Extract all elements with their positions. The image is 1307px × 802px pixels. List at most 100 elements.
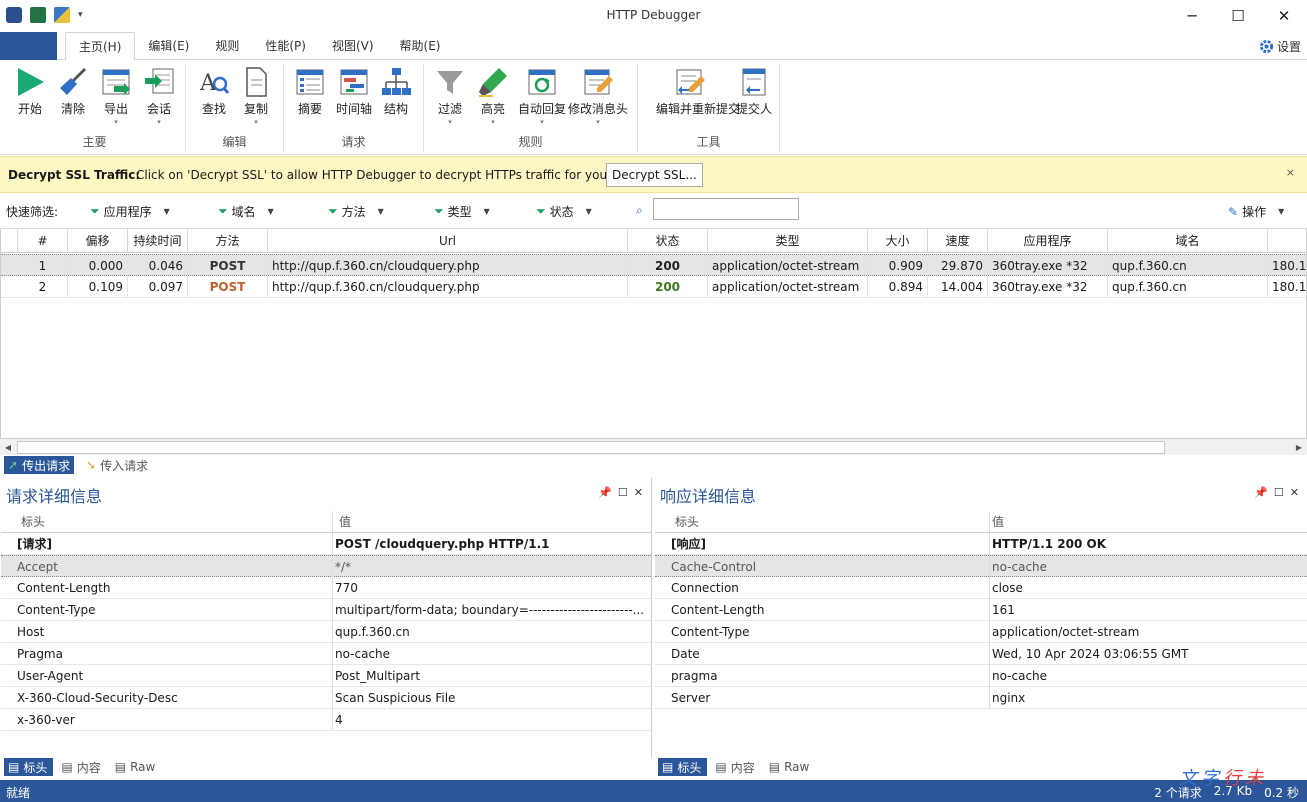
tab-raw[interactable]: ▤ Raw <box>111 758 162 776</box>
col-duration[interactable]: 持续时间 <box>128 229 188 253</box>
modify-header-icon <box>584 69 613 95</box>
ribbon-tab-row: 主页(H) 编辑(E) 规则 性能(P) 视图(V) 帮助(E) 设置 <box>0 32 1307 61</box>
group-tools-label: 工具 <box>696 135 721 149</box>
session-button[interactable]: 会话 ▾ <box>135 66 183 127</box>
filter-domain-dropdown[interactable]: ⏷ 域名 ▼ <box>218 203 274 220</box>
grid-header: # 偏移 持续时间 方法 Url 状态 类型 大小 速度 应用程序 域名 <box>1 229 1306 253</box>
response-details-panel: 响应详细信息 📌 ☐ ✕ 标头 值 [响应] HTTP/1.1 200 OK Cac… <box>654 478 1307 776</box>
filter-button[interactable]: 过滤 ▾ <box>426 66 474 127</box>
table-row[interactable]: 1 0.000 0.046 POST http://qup.f.360.cn/c… <box>1 254 1306 277</box>
pin-icon[interactable]: 📌 <box>598 486 612 499</box>
status-cell: 200 <box>628 255 708 277</box>
minimize-button[interactable]: ─ <box>1169 0 1215 32</box>
structure-button[interactable]: 结构 <box>372 66 420 117</box>
filter-app-dropdown[interactable]: ⏷ 应用程序 ▼ <box>90 203 170 220</box>
panel-close-icon[interactable]: ✕ <box>1290 486 1299 499</box>
table-row[interactable]: pragma no-cache <box>655 665 1307 687</box>
scroll-right-icon[interactable]: ▶ <box>1291 440 1307 455</box>
tab-home[interactable]: 主页(H) <box>65 32 136 61</box>
col-speed[interactable]: 速度 <box>928 229 988 253</box>
filter-method-dropdown[interactable]: ⏷ 方法 ▼ <box>328 203 384 220</box>
operations-button[interactable]: ✎ 操作 ▼ <box>1228 203 1284 220</box>
export-button[interactable]: 导出 ▾ <box>92 66 140 127</box>
col-indicator <box>1 229 18 253</box>
grid-icon: ▤ <box>61 760 73 774</box>
table-row[interactable]: Host qup.f.360.cn <box>1 621 651 643</box>
table-row[interactable]: x-360-ver 4 <box>1 709 651 731</box>
edit-resubmit-button[interactable]: 编辑并重新提交 <box>656 66 740 117</box>
table-row[interactable]: Pragma no-cache <box>1 643 651 665</box>
incoming-arrow-icon: ➘ <box>86 458 97 472</box>
col-size[interactable]: 大小 <box>868 229 928 253</box>
window-title: HTTP Debugger <box>606 8 701 22</box>
scroll-left-icon[interactable]: ◀ <box>0 440 16 455</box>
col-application[interactable]: 应用程序 <box>988 229 1108 253</box>
copy-icon <box>246 67 267 97</box>
highlight-icon <box>479 68 507 97</box>
grid-horizontal-scrollbar[interactable]: ◀ ▶ <box>0 438 1307 455</box>
col-url[interactable]: Url <box>268 229 628 253</box>
float-icon[interactable]: ☐ <box>618 486 628 499</box>
copy-button[interactable]: 复制 ▾ <box>232 66 280 127</box>
pin-icon[interactable]: 📌 <box>1254 486 1268 499</box>
tab-incoming-requests[interactable]: ➘ 传入请求 <box>82 456 152 474</box>
float-icon[interactable]: ☐ <box>1274 486 1284 499</box>
table-row[interactable]: 2 0.109 0.097 POST http://qup.f.360.cn/c… <box>1 276 1306 298</box>
table-row[interactable]: Date Wed, 10 Apr 2024 03:06:55 GMT <box>655 643 1307 665</box>
submitter-button[interactable]: 提交人 <box>730 66 778 117</box>
highlight-button[interactable]: 高亮 ▾ <box>469 66 517 127</box>
tab-performance[interactable]: 性能(P) <box>252 32 319 60</box>
tab-headers[interactable]: ▤ 标头 <box>4 758 54 776</box>
tab-edit[interactable]: 编辑(E) <box>135 32 202 60</box>
tab-outgoing-requests[interactable]: ➚ 传出请求 <box>4 456 75 474</box>
table-row[interactable]: [请求] POST /cloudquery.php HTTP/1.1 <box>1 533 651 555</box>
table-row[interactable]: Connection close <box>655 577 1307 599</box>
col-ip[interactable] <box>1268 229 1306 253</box>
tab-raw[interactable]: ▤ Raw <box>765 758 816 776</box>
infobar-close-icon[interactable]: × <box>1286 166 1295 179</box>
table-header-row: 标头 值 <box>655 511 1307 533</box>
panel-close-icon[interactable]: ✕ <box>634 486 643 499</box>
col-status[interactable]: 状态 <box>628 229 708 253</box>
settings-button[interactable]: 设置 <box>1259 38 1301 55</box>
table-row[interactable]: User-Agent Post_Multipart <box>1 665 651 687</box>
table-row[interactable]: Server nginx <box>655 687 1307 709</box>
tab-view[interactable]: 视图(V) <box>319 32 387 60</box>
quick-filter-search-input[interactable] <box>653 198 799 220</box>
file-menu-button[interactable] <box>0 32 57 60</box>
filter-type-dropdown[interactable]: ⏷ 类型 ▼ <box>434 203 490 220</box>
tab-help[interactable]: 帮助(E) <box>387 32 454 60</box>
filter-icon <box>437 71 463 94</box>
decrypt-ssl-button[interactable]: Decrypt SSL... <box>606 163 703 187</box>
table-row[interactable]: Accept */* <box>1 555 651 578</box>
col-method[interactable]: 方法 <box>188 229 268 253</box>
col-index[interactable]: # <box>18 229 68 253</box>
grid-icon: ▤ <box>114 760 127 774</box>
tab-rules[interactable]: 规则 <box>202 32 252 60</box>
chevron-down-icon: ▼ <box>1278 207 1285 216</box>
table-row[interactable]: Cache-Control no-cache <box>655 555 1307 578</box>
table-row[interactable]: [响应] HTTP/1.1 200 OK <box>655 533 1307 555</box>
maximize-button[interactable]: ☐ <box>1215 0 1261 32</box>
scrollbar-thumb[interactable] <box>17 441 1165 454</box>
broom-icon <box>60 67 87 95</box>
table-row[interactable]: Content-Type application/octet-stream <box>655 621 1307 643</box>
timeline-icon <box>340 69 368 95</box>
close-button[interactable]: ✕ <box>1261 0 1307 32</box>
modify-header-button[interactable]: 修改消息头 ▾ <box>568 66 628 127</box>
col-offset[interactable]: 偏移 <box>68 229 128 253</box>
col-type[interactable]: 类型 <box>708 229 868 253</box>
request-headers-table: 标头 值 [请求] POST /cloudquery.php HTTP/1.1 Ac… <box>1 511 651 731</box>
table-row[interactable]: Content-Length 770 <box>1 577 651 599</box>
tab-content[interactable]: ▤ 内容 <box>711 758 760 776</box>
table-row[interactable]: Content-Type multipart/form-data; boundar… <box>1 599 651 621</box>
group-rules-label: 规则 <box>518 135 543 149</box>
filter-status-dropdown[interactable]: ⏷ 状态 ▼ <box>536 203 592 220</box>
table-row[interactable]: Content-Length 161 <box>655 599 1307 621</box>
col-domain[interactable]: 域名 <box>1108 229 1268 253</box>
tab-headers[interactable]: ▤ 标头 <box>658 758 708 776</box>
method-cell: POST <box>188 255 268 277</box>
table-row[interactable]: X-360-Cloud-Security-Desc Scan Suspicious… <box>1 687 651 709</box>
tab-content[interactable]: ▤ 内容 <box>57 758 106 776</box>
autoreply-button[interactable]: 自动回复 ▾ <box>518 66 566 127</box>
